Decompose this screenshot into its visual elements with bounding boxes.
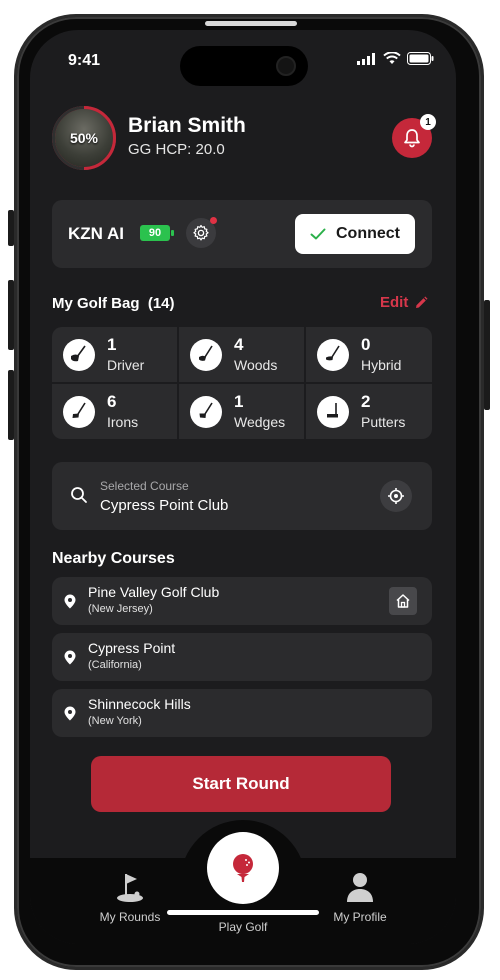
device-battery-badge: 90 <box>140 225 174 241</box>
gear-icon <box>193 224 209 241</box>
edit-bag-button[interactable]: Edit <box>380 294 428 311</box>
user-name: Brian Smith <box>128 114 246 137</box>
dynamic-island <box>180 46 308 86</box>
wifi-icon <box>383 52 401 64</box>
tab-my-profile[interactable]: My Profile <box>315 870 405 924</box>
tab-label: My Rounds <box>99 910 161 924</box>
club-cell-putters[interactable]: 2 Putters <box>306 384 432 439</box>
camera-icon <box>276 56 296 76</box>
putter-icon <box>317 396 349 428</box>
power-button <box>484 300 490 410</box>
location-pin-icon <box>64 650 76 665</box>
wood-icon <box>190 339 222 371</box>
course-name: Pine Valley Golf Club <box>88 584 220 600</box>
golf-bag-title: My Golf Bag (14) <box>52 295 175 312</box>
club-name: Driver <box>107 357 145 373</box>
club-count: 0 <box>361 335 371 354</box>
avatar[interactable]: 50% <box>52 106 116 170</box>
selected-course-value: Cypress Point Club <box>100 497 229 514</box>
home-icon <box>396 594 410 608</box>
club-name: Irons <box>107 414 139 430</box>
tab-my-rounds[interactable]: My Rounds <box>85 870 175 924</box>
notifications-button[interactable]: 1 <box>392 114 436 158</box>
status-icons <box>357 52 434 65</box>
location-pin-icon <box>64 706 76 721</box>
club-name: Hybrid <box>361 357 402 373</box>
person-icon <box>347 873 373 902</box>
connect-button[interactable]: Connect <box>295 214 415 254</box>
home-course-button[interactable] <box>389 587 417 615</box>
club-name: Putters <box>361 414 406 430</box>
play-golf-button[interactable] <box>207 832 279 904</box>
club-count: 6 <box>107 392 117 411</box>
crosshair-icon <box>388 488 404 504</box>
volume-down-button <box>8 370 14 440</box>
wedge-icon <box>190 396 222 428</box>
tab-play-golf[interactable]: Play Golf <box>198 920 288 934</box>
iron-icon <box>63 396 95 428</box>
silent-switch <box>8 210 14 246</box>
club-name: Wedges <box>234 414 286 430</box>
location-pin-icon <box>64 594 76 609</box>
bell-icon <box>404 129 420 148</box>
signal-icon <box>357 52 375 65</box>
hybrid-icon <box>317 339 349 371</box>
device-settings-button[interactable] <box>186 217 217 248</box>
home-indicator <box>167 910 319 915</box>
course-region: (New York) <box>88 715 142 727</box>
tab-label: Play Golf <box>218 920 268 934</box>
course-region: (New Jersey) <box>88 603 153 615</box>
search-icon <box>71 487 87 503</box>
device-card: KZN AI 90 Connect <box>52 200 432 268</box>
club-cell-driver[interactable]: 1 Driver <box>52 327 177 382</box>
golf-ball-tee-icon <box>233 854 253 882</box>
settings-alert-dot <box>210 217 217 224</box>
locate-button[interactable] <box>380 480 412 512</box>
golf-flag-icon <box>117 874 143 902</box>
nearby-courses-title: Nearby Courses <box>52 550 175 567</box>
nearby-course-item[interactable]: Shinnecock Hills (New York) <box>52 689 432 737</box>
connect-label: Connect <box>336 225 400 242</box>
club-count: 4 <box>234 335 244 354</box>
speaker-bar <box>205 21 297 26</box>
checkmark-icon <box>310 228 326 240</box>
edit-label: Edit <box>380 294 409 311</box>
battery-status-icon <box>407 52 434 65</box>
club-cell-wedges[interactable]: 1 Wedges <box>179 384 304 439</box>
club-count: 1 <box>234 392 244 411</box>
club-count: 2 <box>361 392 371 411</box>
user-handicap: GG HCP: 20.0 <box>128 141 225 158</box>
nearby-course-item[interactable]: Cypress Point (California) <box>52 633 432 681</box>
club-cell-irons[interactable]: 6 Irons <box>52 384 177 439</box>
notification-badge: 1 <box>420 114 436 130</box>
club-count: 1 <box>107 335 117 354</box>
selected-course-label: Selected Course <box>100 479 189 493</box>
profile-completion-label: 50% <box>69 130 99 146</box>
driver-icon <box>63 339 95 371</box>
app-screen: 9:41 50% Brian Smith GG HCP: 20.0 1 KZN … <box>30 30 456 944</box>
start-round-button[interactable]: Start Round <box>91 756 391 812</box>
pencil-icon <box>416 296 428 308</box>
nearby-course-item[interactable]: Pine Valley Golf Club (New Jersey) <box>52 577 432 625</box>
club-name: Woods <box>234 357 278 373</box>
golf-bag-grid: 1 Driver 4 Woods 0 Hybrid 6 Irons 1 Wedg… <box>52 327 432 439</box>
course-name: Cypress Point <box>88 640 176 656</box>
tab-label: My Profile <box>333 910 387 924</box>
club-cell-hybrid[interactable]: 0 Hybrid <box>306 327 432 382</box>
course-name: Shinnecock Hills <box>88 696 191 712</box>
status-time: 9:41 <box>68 52 101 69</box>
club-cell-woods[interactable]: 4 Woods <box>179 327 304 382</box>
device-name: KZN AI <box>68 224 125 243</box>
course-region: (California) <box>88 659 142 671</box>
volume-up-button <box>8 280 14 350</box>
course-search[interactable]: Selected Course Cypress Point Club <box>52 462 432 530</box>
